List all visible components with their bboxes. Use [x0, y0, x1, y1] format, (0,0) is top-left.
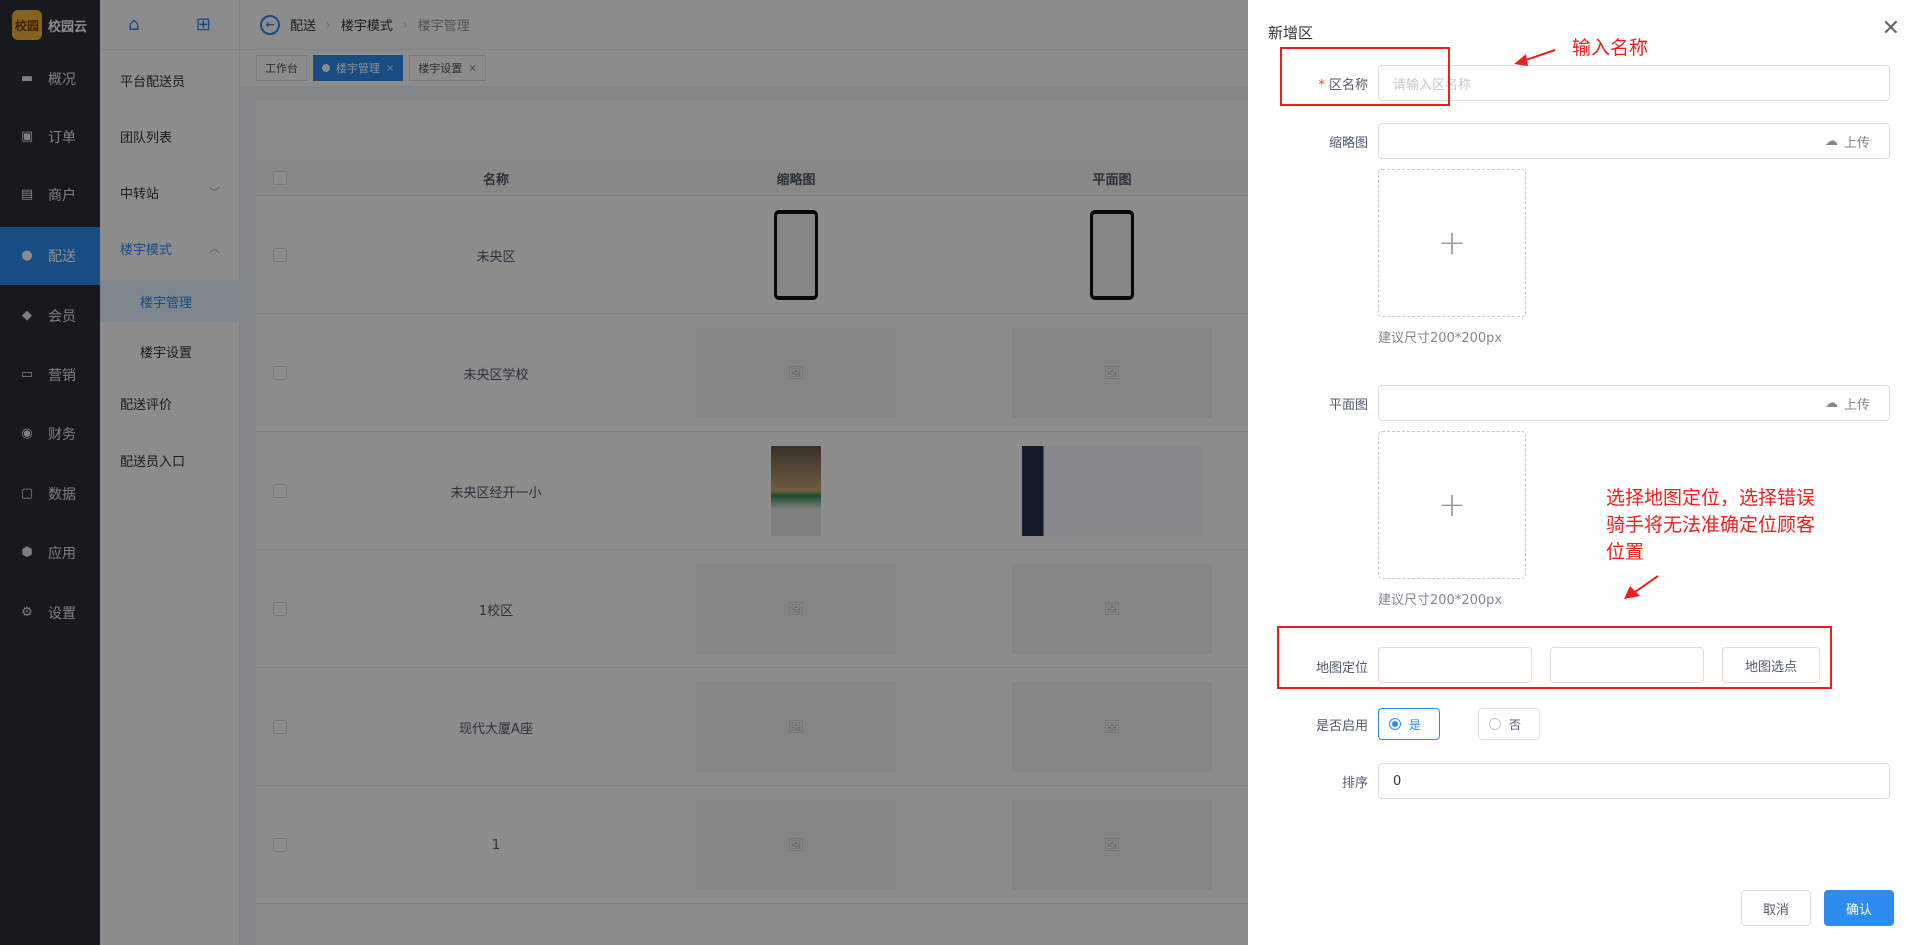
plus-icon: +: [1437, 485, 1467, 525]
floorplan-hint: 建议尺寸200*200px: [1378, 593, 1503, 608]
annotation-arrow-icon: [1514, 49, 1556, 66]
confirm-button[interactable]: 确认: [1824, 890, 1894, 926]
cancel-button[interactable]: 取消: [1741, 890, 1811, 926]
cloud-upload-icon: ☁: [1824, 395, 1838, 411]
floorplan-url-input[interactable]: [1378, 385, 1808, 421]
annotation-map-note-line: 选择地图定位，选择错误: [1606, 487, 1816, 509]
thumbnail-upload-box[interactable]: +: [1378, 169, 1526, 317]
upload-label: 上传: [1843, 397, 1870, 413]
sort-label: 排序: [1341, 776, 1368, 791]
annotation-arrow-icon: [1624, 575, 1659, 599]
annotation-map-note: 选择地图定位，选择错误 骑手将无法准确定位顾客 位置: [1606, 485, 1815, 566]
radio-label: 是: [1409, 717, 1422, 732]
radio-unchecked-icon: [1489, 718, 1501, 730]
enable-yes-radio[interactable]: 是: [1378, 708, 1440, 740]
area-name-input[interactable]: 请输入区名称: [1378, 65, 1890, 101]
thumbnail-upload-button[interactable]: ☁ 上传: [1806, 123, 1890, 159]
annotation-box-name: [1280, 47, 1450, 106]
annotation-name-note: 输入名称: [1572, 37, 1649, 59]
thumbnail-label: 缩略图: [1328, 136, 1368, 151]
add-area-drawer: 新增区 ✕ * 区名称 请输入区名称 缩略图 ☁ 上传 + 建议尺寸200*200p…: [1248, 0, 1920, 945]
floorplan-upload-box[interactable]: +: [1378, 431, 1526, 579]
drawer-title: 新增区: [1268, 24, 1314, 42]
annotation-map-note-line: 骑手将无法准确定位顾客: [1606, 514, 1816, 536]
radio-checked-icon: [1389, 718, 1401, 730]
thumbnail-url-input[interactable]: [1378, 123, 1808, 159]
radio-label: 否: [1509, 717, 1522, 732]
cloud-upload-icon: ☁: [1824, 133, 1838, 149]
upload-label: 上传: [1843, 135, 1870, 151]
thumbnail-hint: 建议尺寸200*200px: [1378, 331, 1503, 346]
annotation-box-map: [1277, 626, 1832, 689]
floorplan-label: 平面图: [1328, 398, 1368, 413]
close-icon[interactable]: ✕: [1882, 18, 1900, 40]
annotation-map-note-line: 位置: [1606, 541, 1645, 563]
floorplan-upload-button[interactable]: ☁ 上传: [1806, 385, 1890, 421]
plus-icon: +: [1437, 223, 1467, 263]
enable-no-radio[interactable]: 否: [1478, 708, 1540, 740]
enable-label: 是否启用: [1315, 719, 1368, 734]
sort-input[interactable]: 0: [1378, 763, 1890, 799]
